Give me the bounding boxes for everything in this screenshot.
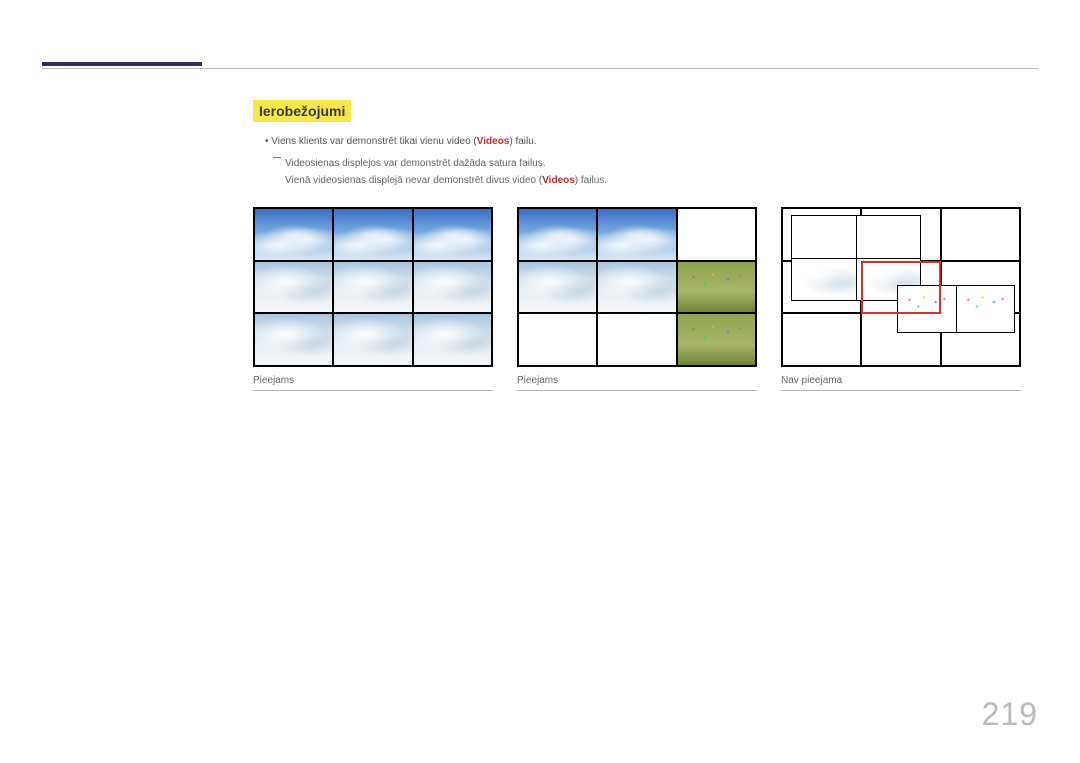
wall-cell <box>519 209 596 260</box>
bullet-item: Viens klients var demonstrēt tikai vienu… <box>253 134 1038 149</box>
wall3-caption: Nav pieejama <box>781 375 1021 386</box>
wall-cell <box>678 314 755 365</box>
note-line-1: Videosienas displejos var demonstrēt daž… <box>285 155 1038 172</box>
bullet-text-suffix: ) failu. <box>509 136 536 147</box>
videowall-row: Pieejams Pieejams <box>253 207 1038 391</box>
note2-accent: Videos <box>542 175 575 186</box>
mini-cell <box>898 286 956 332</box>
bullet-text-prefix: Viens klients var demonstrēt tikai vienu… <box>271 136 476 147</box>
wall-cell <box>334 209 411 260</box>
wall-cell-blank <box>519 314 596 365</box>
caption-divider <box>253 390 493 391</box>
wall-cell <box>334 314 411 365</box>
caption-divider <box>781 390 1021 391</box>
wall-cell <box>334 262 411 313</box>
header-divider <box>42 68 1038 69</box>
wall-cell <box>678 262 755 313</box>
wall-cell <box>414 314 491 365</box>
videowall-example-2: Pieejams <box>517 207 757 391</box>
header-accent-bar <box>42 62 202 66</box>
wall2-grid <box>517 207 757 367</box>
wall2-caption: Pieejams <box>517 375 757 386</box>
wall-cell <box>414 209 491 260</box>
page-number: 219 <box>982 696 1038 733</box>
wall-cell-blank <box>678 209 755 260</box>
section-heading: Ierobežojumi <box>253 100 351 122</box>
note-block: Videosienas displejos var demonstrēt daž… <box>253 155 1038 189</box>
note-dash-icon <box>273 157 281 158</box>
wall3-video-b <box>897 285 1015 333</box>
mini-cell <box>792 216 856 258</box>
mini-cell <box>857 216 921 258</box>
bullet-accent: Videos <box>477 136 510 147</box>
wall-cell <box>414 262 491 313</box>
wall1-grid <box>253 207 493 367</box>
wall-cell <box>255 314 332 365</box>
note-line-2: Vienā videosienas displejā nevar demonst… <box>285 172 1038 189</box>
wall-cell <box>519 262 596 313</box>
wall-cell <box>598 209 675 260</box>
wall1-caption: Pieejams <box>253 375 493 386</box>
note2-suffix: ) failus. <box>575 175 607 186</box>
wall-cell-blank <box>942 209 1019 260</box>
wall-cell <box>255 209 332 260</box>
wall3-grid <box>781 207 1021 367</box>
mini-cell <box>792 259 856 301</box>
videowall-example-3: Nav pieejama <box>781 207 1021 391</box>
content-area: Ierobežojumi Viens klients var demonstrē… <box>253 100 1038 391</box>
caption-divider <box>517 390 757 391</box>
wall-cell <box>255 262 332 313</box>
wall-cell-blank <box>783 314 860 365</box>
mini-cell <box>957 286 1015 332</box>
wall-cell <box>598 262 675 313</box>
note2-prefix: Vienā videosienas displejā nevar demonst… <box>285 175 542 186</box>
wall-cell-blank <box>598 314 675 365</box>
videowall-example-1: Pieejams <box>253 207 493 391</box>
